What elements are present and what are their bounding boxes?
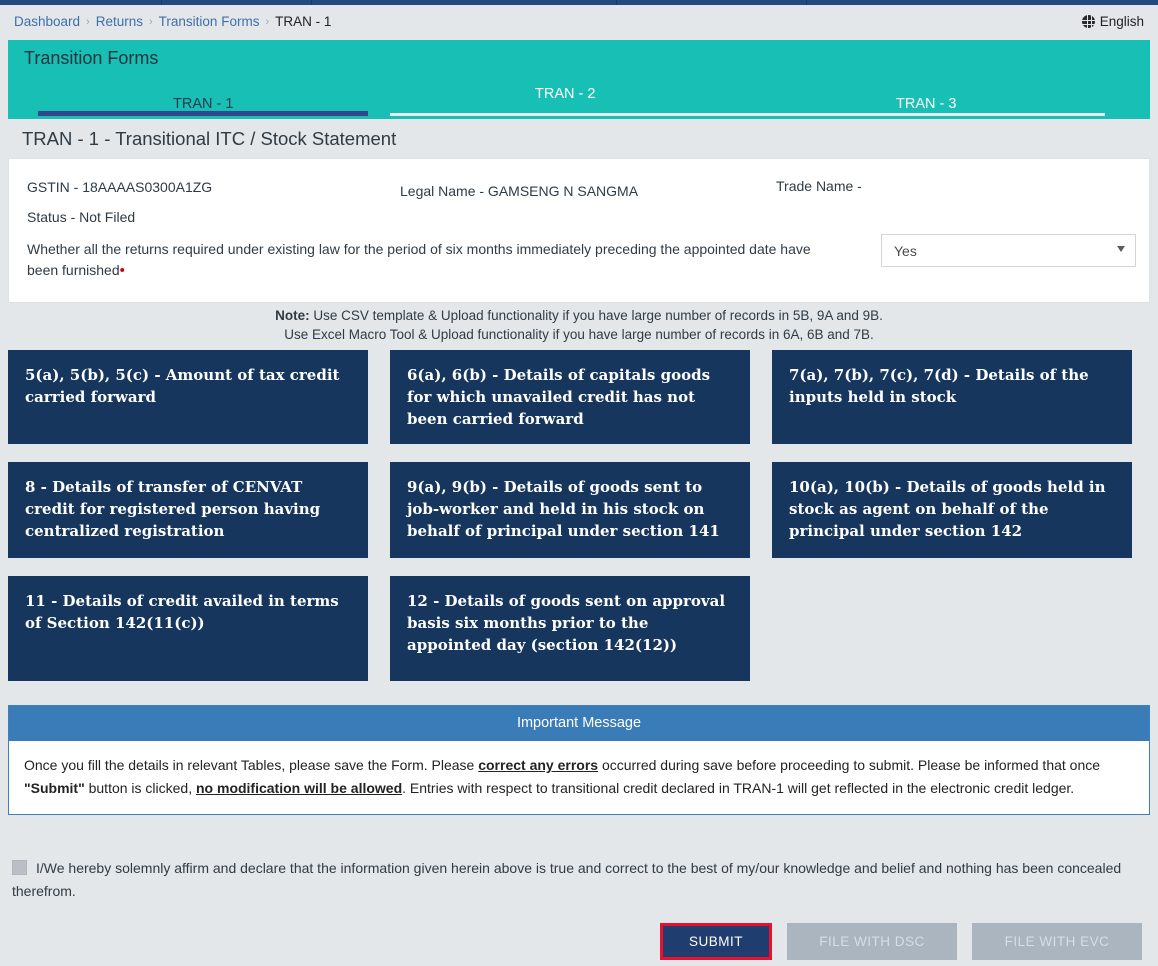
message-quoted-submit: "Submit" <box>24 780 85 796</box>
taxpayer-info-card: GSTIN - 18AAAAS0300A1ZG Legal Name - GAM… <box>8 158 1150 303</box>
tab-tran-1[interactable]: TRAN - 1 <box>173 96 233 112</box>
submit-button[interactable]: SUBMIT <box>660 923 772 960</box>
required-marker-icon: • <box>120 262 125 279</box>
message-part-4: . Entries with respect to transitional c… <box>402 780 1074 796</box>
tab-tran-3[interactable]: TRAN - 3 <box>896 96 956 112</box>
note-label: Note: <box>275 308 310 323</box>
tile-section-9[interactable]: 9(a), 9(b) - Details of goods sent to jo… <box>390 462 750 558</box>
declaration-checkbox[interactable] <box>12 860 27 875</box>
declaration-text: I/We hereby solemnly affirm and declare … <box>12 860 1121 899</box>
transition-forms-header: Transition Forms TRAN - 1 TRAN - 2 TRAN … <box>8 40 1150 119</box>
breadcrumb: Dashboard › Returns › Transition Forms ›… <box>14 14 331 29</box>
breadcrumb-separator-icon: › <box>149 16 153 28</box>
tile-section-10[interactable]: 10(a), 10(b) - Details of goods held in … <box>772 462 1132 558</box>
tile-section-7[interactable]: 7(a), 7(b), 7(c), 7(d) - Details of the … <box>772 350 1132 444</box>
important-message-panel: Important Message Once you fill the deta… <box>8 705 1150 815</box>
message-link-no-modification[interactable]: no modification will be allowed <box>196 780 402 796</box>
tile-section-6[interactable]: 6(a), 6(b) - Details of capitals goods f… <box>390 350 750 444</box>
tab-tran-2[interactable]: TRAN - 2 <box>535 86 595 102</box>
file-with-evc-button[interactable]: FILE WITH EVC <box>972 923 1142 960</box>
page-title: TRAN - 1 - Transitional ITC / Stock Stat… <box>22 128 396 150</box>
message-part-3: button is clicked, <box>85 780 196 796</box>
breadcrumb-item-transition-forms[interactable]: Transition Forms <box>159 14 260 29</box>
gstin-value: GSTIN - 18AAAAS0300A1ZG <box>27 179 212 195</box>
header-title: Transition Forms <box>24 48 158 69</box>
breadcrumb-item-dashboard[interactable]: Dashboard <box>14 14 80 29</box>
returns-furnished-select[interactable]: Yes <box>881 234 1136 267</box>
file-with-dsc-button[interactable]: FILE WITH DSC <box>787 923 957 960</box>
tile-section-12[interactable]: 12 - Details of goods sent on approval b… <box>390 576 750 681</box>
globe-icon <box>1082 15 1095 28</box>
breadcrumb-item-returns[interactable]: Returns <box>96 14 143 29</box>
status-value: Status - Not Filed <box>27 209 135 225</box>
chevron-down-icon <box>1117 246 1125 252</box>
message-link-correct-errors[interactable]: correct any errors <box>478 757 598 773</box>
returns-furnished-selected-value: Yes <box>894 243 917 259</box>
tab-strip-remainder <box>390 113 1105 116</box>
important-message-title: Important Message <box>9 706 1149 741</box>
language-label: English <box>1100 14 1144 29</box>
legal-name-value: Legal Name - GAMSENG N SANGMA <box>400 183 638 199</box>
tile-section-11[interactable]: 11 - Details of credit availed in terms … <box>8 576 368 681</box>
message-part-1: Once you fill the details in relevant Ta… <box>24 757 478 773</box>
question-text: Whether all the returns required under e… <box>27 241 811 278</box>
language-selector[interactable]: English <box>1082 14 1144 29</box>
active-tab-indicator <box>38 111 368 116</box>
tile-row: 8 - Details of transfer of CENVAT credit… <box>8 462 1150 558</box>
note-line-1-text: Use CSV template & Upload functionality … <box>310 308 883 323</box>
action-button-bar: SUBMIT FILE WITH DSC FILE WITH EVC <box>0 923 1150 960</box>
breadcrumb-separator-icon: › <box>265 16 269 28</box>
breadcrumb-bar: Dashboard › Returns › Transition Forms ›… <box>0 5 1158 38</box>
form-section-tiles: 5(a), 5(b), 5(c) - Amount of tax credit … <box>8 350 1150 699</box>
message-part-2: occurred during save before proceeding t… <box>598 757 1100 773</box>
trade-name-value: Trade Name - <box>776 178 862 194</box>
declaration-row: I/We hereby solemnly affirm and declare … <box>12 857 1122 903</box>
returns-furnished-question: Whether all the returns required under e… <box>27 239 817 281</box>
tile-row: 11 - Details of credit availed in terms … <box>8 576 1150 681</box>
tile-placeholder <box>772 576 1132 681</box>
breadcrumb-separator-icon: › <box>86 16 90 28</box>
tile-row: 5(a), 5(b), 5(c) - Amount of tax credit … <box>8 350 1150 444</box>
important-message-body: Once you fill the details in relevant Ta… <box>9 741 1149 814</box>
upload-note: Note: Use CSV template & Upload function… <box>0 306 1158 344</box>
note-line-1: Note: Use CSV template & Upload function… <box>0 306 1158 325</box>
tile-section-8[interactable]: 8 - Details of transfer of CENVAT credit… <box>8 462 368 558</box>
breadcrumb-item-current: TRAN - 1 <box>275 14 331 29</box>
tile-section-5[interactable]: 5(a), 5(b), 5(c) - Amount of tax credit … <box>8 350 368 444</box>
note-line-2: Use Excel Macro Tool & Upload functional… <box>0 325 1158 344</box>
